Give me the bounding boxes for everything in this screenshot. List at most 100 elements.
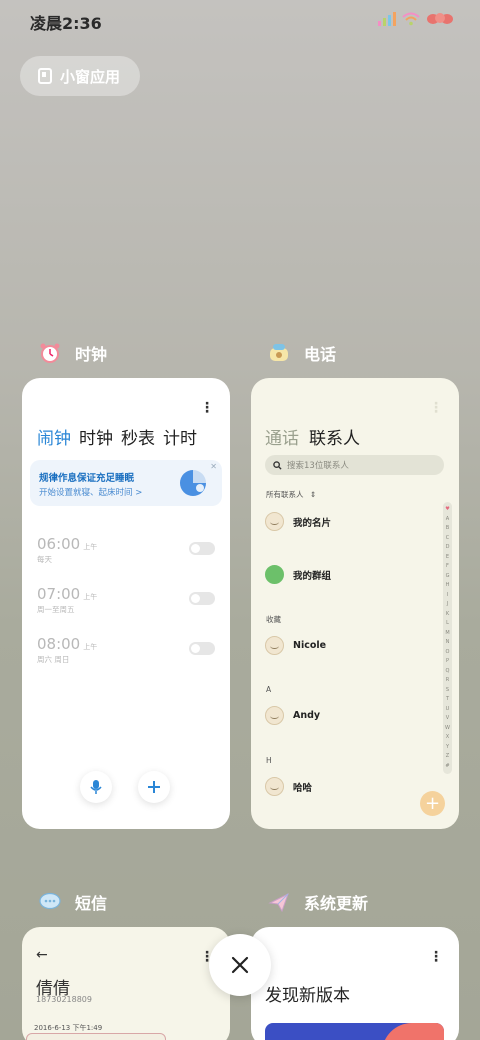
alarm-item[interactable]: 08:00 上午 周六 周日 xyxy=(37,634,217,668)
back-arrow-icon[interactable]: ← xyxy=(36,947,48,963)
status-icons xyxy=(378,12,454,26)
tab-stopwatch[interactable]: 秒表 xyxy=(121,424,155,449)
alarm-time: 06:00 xyxy=(37,535,81,553)
alarm-toggle[interactable] xyxy=(189,592,215,605)
tab-timer[interactable]: 计时 xyxy=(163,424,197,449)
message-bubble[interactable] xyxy=(26,1033,166,1040)
close-promo-icon[interactable]: ✕ xyxy=(210,462,217,471)
contact-item[interactable]: Nicole xyxy=(265,636,326,655)
contact-item[interactable]: 哈哈 xyxy=(265,777,312,796)
update-banner-image xyxy=(265,1023,444,1040)
add-contact-button[interactable]: + xyxy=(420,791,445,816)
all-contacts-filter[interactable]: 所有联系人 ⇕ xyxy=(266,489,316,500)
index-letter[interactable]: I xyxy=(447,592,448,598)
contact-search-input[interactable]: 搜索13位联系人 xyxy=(265,455,444,475)
my-card-item[interactable]: 我的名片 xyxy=(265,512,331,531)
wifi-icon xyxy=(402,12,420,26)
phone-app-name: 电话 xyxy=(304,345,337,364)
alarm-toggle[interactable] xyxy=(189,542,215,555)
index-letter[interactable]: # xyxy=(445,763,449,769)
phone-app-header[interactable]: 电话 xyxy=(266,340,336,366)
messages-app-card[interactable]: ← ⋮ 倩倩 18730218809 2016-6-13 下午1:49 xyxy=(22,927,230,1040)
index-letter[interactable]: T xyxy=(446,697,449,702)
index-letter[interactable]: O xyxy=(446,649,450,655)
small-window-apps-button[interactable]: 小窗应用 xyxy=(20,56,140,96)
index-letter[interactable]: W xyxy=(445,725,450,731)
index-letter[interactable]: S xyxy=(446,687,449,693)
index-letter[interactable]: ♥ xyxy=(445,507,449,512)
alarm-ampm: 上午 xyxy=(83,593,98,601)
group-avatar-icon xyxy=(265,565,284,584)
update-title: 发现新版本 xyxy=(265,986,350,1006)
status-bar: 凌晨2:36 xyxy=(0,0,480,40)
update-app-card[interactable]: ⋮ 发现新版本 xyxy=(251,927,459,1040)
message-bubble-icon xyxy=(37,889,63,915)
status-time: 凌晨2:36 xyxy=(30,14,102,33)
sleep-promo-banner[interactable]: 规律作息保证充足睡眠 开始设置就寝、起床时间 > ✕ xyxy=(30,460,222,506)
update-app-name: 系统更新 xyxy=(304,894,369,913)
more-options-icon[interactable]: ⋮ xyxy=(429,400,443,416)
tab-alarm[interactable]: 闹钟 xyxy=(37,424,71,449)
index-letter[interactable]: G xyxy=(446,573,450,579)
index-letter[interactable]: C xyxy=(446,535,450,541)
contact-name: Andy xyxy=(293,710,321,721)
clock-app-card[interactable]: ⋮ 闹钟 时钟 秒表 计时 规律作息保证充足睡眠 开始设置就寝、起床时间 > ✕… xyxy=(22,378,230,829)
signal-icon xyxy=(378,12,396,26)
tab-calls[interactable]: 通话 xyxy=(265,424,299,449)
index-letter[interactable]: E xyxy=(446,554,449,560)
plus-icon xyxy=(148,781,160,793)
index-letter[interactable]: U xyxy=(446,706,450,712)
close-all-apps-button[interactable] xyxy=(209,934,271,996)
tab-contacts[interactable]: 联系人 xyxy=(309,424,360,449)
microphone-icon xyxy=(90,780,102,794)
add-alarm-button[interactable] xyxy=(138,771,170,803)
alarm-clock-icon xyxy=(37,340,63,366)
phone-tabs: 通话 联系人 xyxy=(265,424,360,449)
more-options-icon[interactable]: ⋮ xyxy=(200,400,214,416)
index-letter[interactable]: V xyxy=(446,716,449,721)
index-letter[interactable]: N xyxy=(446,640,450,645)
alarm-item[interactable]: 07:00 上午 周一至周五 xyxy=(37,584,217,618)
index-letter[interactable]: H xyxy=(446,583,450,588)
avatar xyxy=(265,777,284,796)
messages-app-header[interactable]: 短信 xyxy=(37,889,107,915)
avatar xyxy=(265,636,284,655)
index-letter[interactable]: P xyxy=(446,659,449,664)
index-letter[interactable]: M xyxy=(445,630,449,636)
index-letter[interactable]: X xyxy=(446,735,449,740)
alarm-ampm: 上午 xyxy=(83,543,98,551)
avatar xyxy=(265,706,284,725)
index-letter[interactable]: B xyxy=(446,526,449,531)
index-letter[interactable]: A xyxy=(446,516,449,522)
my-group-item[interactable]: 我的群组 xyxy=(265,565,331,584)
index-letter[interactable]: Z xyxy=(446,754,449,759)
alarm-item[interactable]: 06:00 上午 每天 xyxy=(37,534,217,568)
section-letter: H xyxy=(266,756,272,765)
index-letter[interactable]: F xyxy=(446,564,449,569)
phone-app-icon xyxy=(266,340,292,366)
more-options-icon[interactable]: ⋮ xyxy=(429,949,443,965)
index-letter[interactable]: R xyxy=(446,678,449,683)
message-date: 2016-6-13 下午1:49 xyxy=(34,1024,103,1032)
alarm-days: 周一至周五 xyxy=(37,605,75,614)
paper-plane-icon xyxy=(266,889,292,915)
clock-tabs: 闹钟 时钟 秒表 计时 xyxy=(37,424,197,449)
phone-app-card[interactable]: ⋮ 通话 联系人 搜索13位联系人 所有联系人 ⇕ 我的名片 我的群组 收藏 N… xyxy=(251,378,459,829)
index-letter[interactable]: Y xyxy=(446,744,449,750)
voice-alarm-button[interactable] xyxy=(80,771,112,803)
index-letter[interactable]: K xyxy=(446,611,449,617)
alarm-toggle[interactable] xyxy=(189,642,215,655)
index-letter[interactable]: Q xyxy=(446,668,450,674)
contact-item[interactable]: Andy xyxy=(265,706,320,725)
update-app-header[interactable]: 系统更新 xyxy=(266,889,368,915)
clock-app-name: 时钟 xyxy=(75,345,108,364)
tab-clock[interactable]: 时钟 xyxy=(79,424,113,449)
alphabet-index-bar[interactable]: ♥ A B C D E F G H I J K L M N O P Q R S T U V W X Y Z # xyxy=(443,502,452,774)
alarm-time: 08:00 xyxy=(37,635,81,653)
index-letter[interactable]: L xyxy=(446,621,449,626)
index-letter[interactable]: D xyxy=(446,545,450,550)
alarm-time: 07:00 xyxy=(37,585,81,603)
index-letter[interactable]: J xyxy=(447,602,448,607)
small-window-icon xyxy=(38,68,52,84)
clock-app-header[interactable]: 时钟 xyxy=(37,340,107,366)
